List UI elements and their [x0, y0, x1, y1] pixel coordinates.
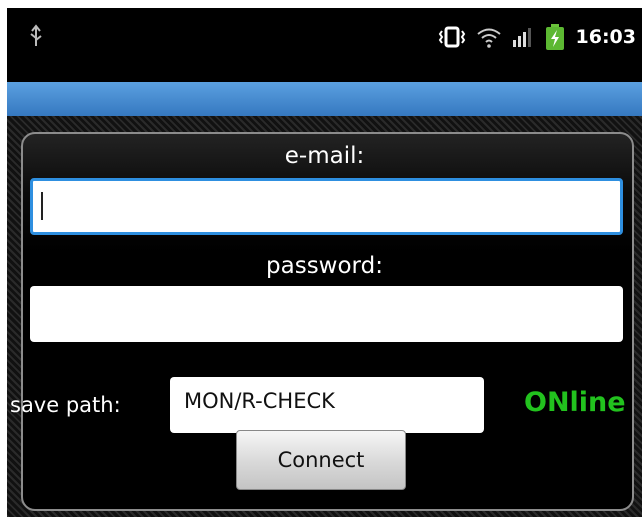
vibrate-icon [438, 26, 465, 48]
connection-status: ONline [524, 387, 626, 418]
save-path-field[interactable]: MON/R-CHECK [170, 377, 484, 433]
status-time: 16:03 [575, 26, 636, 48]
save-path-value: MON/R-CHECK [184, 389, 335, 413]
email-field[interactable] [30, 178, 623, 235]
connect-button-label: Connect [277, 448, 365, 472]
battery-charging-icon [545, 24, 564, 50]
text-caret [41, 192, 43, 220]
status-bar: 16:03 [7, 8, 642, 82]
email-label: e-mail: [284, 143, 365, 169]
connect-button[interactable]: Connect [236, 430, 406, 490]
signal-icon [512, 28, 531, 47]
usb-icon [30, 24, 42, 46]
title-bar [7, 82, 642, 116]
password-label: password: [266, 253, 383, 279]
wifi-icon [476, 28, 501, 48]
password-field[interactable] [30, 286, 623, 342]
save-path-label: save path: [10, 393, 121, 417]
status-icons: 16:03 [438, 20, 636, 54]
